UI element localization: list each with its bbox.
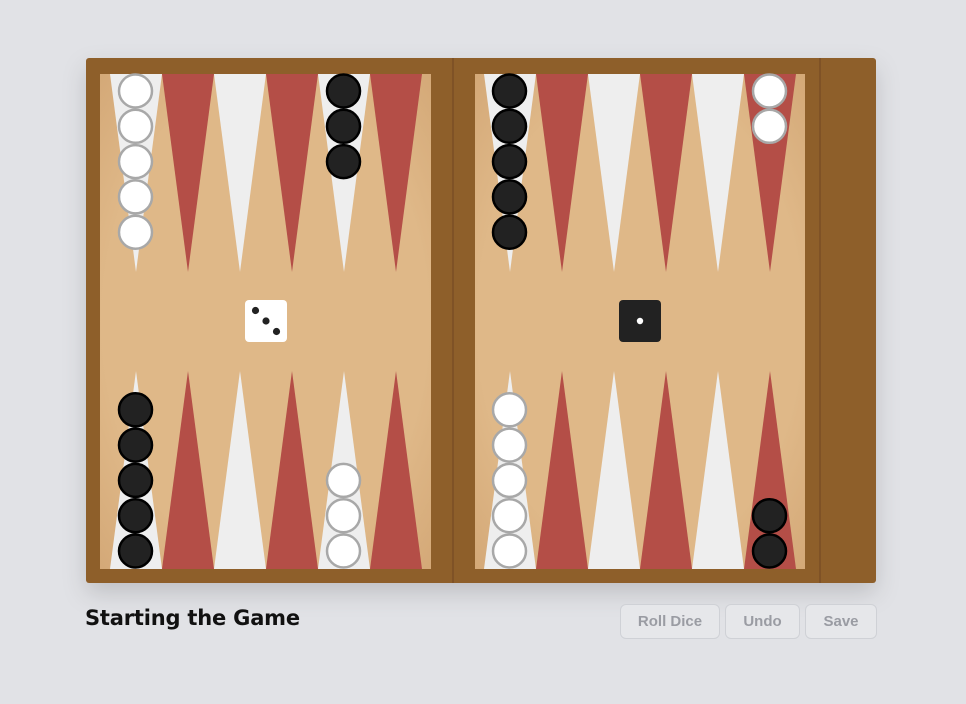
- white-checker[interactable]: [751, 73, 788, 109]
- white-checker[interactable]: [491, 392, 528, 428]
- black-checker[interactable]: [117, 533, 154, 569]
- black-checker[interactable]: [491, 108, 528, 145]
- black-checker[interactable]: [491, 214, 528, 250]
- die-pip: [272, 327, 281, 336]
- black-checker[interactable]: [325, 108, 362, 145]
- die-icon[interactable]: [245, 300, 287, 342]
- white-checker[interactable]: [491, 462, 528, 499]
- die-icon[interactable]: [619, 300, 661, 342]
- white-checker[interactable]: [751, 108, 788, 145]
- black-checker[interactable]: [491, 73, 528, 109]
- black-checker[interactable]: [325, 143, 362, 180]
- black-checker[interactable]: [751, 533, 788, 569]
- black-checker[interactable]: [751, 497, 788, 534]
- white-checker[interactable]: [325, 533, 362, 569]
- white-checker[interactable]: [117, 214, 154, 250]
- die-pip: [636, 317, 644, 325]
- die-pip: [262, 317, 270, 325]
- black-checker[interactable]: [117, 427, 154, 463]
- save-button[interactable]: Save: [805, 604, 877, 639]
- status-title: Starting the Game: [85, 606, 300, 630]
- white-checker[interactable]: [117, 179, 154, 215]
- black-checker[interactable]: [491, 179, 528, 215]
- white-checker[interactable]: [325, 497, 362, 534]
- white-checker[interactable]: [117, 108, 154, 145]
- white-checker[interactable]: [117, 143, 154, 180]
- black-checker[interactable]: [117, 392, 154, 428]
- white-checker[interactable]: [491, 533, 528, 569]
- white-checker[interactable]: [491, 497, 528, 534]
- undo-button[interactable]: Undo: [725, 604, 800, 639]
- black-checker[interactable]: [325, 73, 362, 109]
- backgammon-board[interactable]: [0, 0, 966, 704]
- black-checker[interactable]: [491, 143, 528, 180]
- black-checker[interactable]: [117, 462, 154, 499]
- die-pip: [251, 306, 260, 315]
- white-checker[interactable]: [325, 462, 362, 499]
- roll-dice-button[interactable]: Roll Dice: [620, 604, 720, 639]
- black-checker[interactable]: [117, 497, 154, 534]
- white-checker[interactable]: [117, 73, 154, 109]
- white-checker[interactable]: [491, 427, 528, 463]
